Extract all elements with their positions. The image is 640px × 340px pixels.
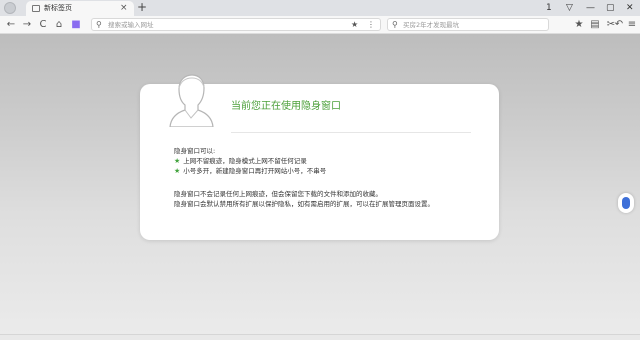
incognito-page: 当前您正在使用隐身窗口 隐身窗口可以: ★ 上网不留痕迹，隐身模式上网不留任何记录… — [0, 34, 640, 334]
address-bar[interactable]: ⚲ 搜索或输入网址 ★ ⋮ — [91, 18, 381, 31]
star-icon: ★ — [174, 167, 181, 175]
close-window-button[interactable]: ✕ — [626, 2, 634, 14]
back-button[interactable]: ← — [5, 18, 17, 31]
feature-text: 上网不留痕迹，隐身模式上网不留任何记录 — [183, 157, 307, 165]
reload-button[interactable]: C — [37, 18, 49, 31]
divider — [231, 132, 471, 133]
tab-new-tab[interactable]: 新标签页 × — [26, 1, 134, 16]
tab-strip: 新标签页 × + 1 ▽ — ▢ ✕ — [0, 0, 640, 16]
tab-title: 新标签页 — [44, 4, 72, 12]
close-tab-icon[interactable]: × — [120, 2, 128, 14]
card-title: 当前您正在使用隐身窗口 — [231, 101, 341, 112]
search-box[interactable]: ⚲ 买房2年才发现最坑 — [387, 18, 549, 31]
feature-item: ★ 小号多开，新建隐身窗口再打开网站小号，不串号 — [174, 167, 326, 176]
tab-count-badge[interactable]: 1 — [546, 2, 552, 14]
sidebar-toggle-icon[interactable] — [618, 193, 634, 213]
skin-icon[interactable]: ▽ — [566, 2, 573, 14]
page-icon — [32, 5, 40, 12]
incognito-info-card: 当前您正在使用隐身窗口 隐身窗口可以: ★ 上网不留痕迹，隐身模式上网不留任何记录… — [140, 74, 499, 240]
favorites-icon[interactable]: ★ — [573, 18, 585, 31]
status-bar — [0, 334, 640, 340]
feature-item: ★ 上网不留痕迹，隐身模式上网不留任何记录 — [174, 157, 307, 166]
address-menu-icon[interactable]: ⋮ — [367, 19, 375, 30]
search-icon: ⚲ — [392, 20, 398, 29]
maximize-button[interactable]: ▢ — [606, 2, 615, 14]
note-text: 隐身窗口会默认禁用所有扩展以保护隐私，如有需启用的扩展，可以在扩展管理页面设置。 — [174, 200, 434, 208]
menu-icon[interactable]: ≡ — [626, 18, 638, 31]
incognito-user-icon — [169, 74, 214, 127]
extension-icon[interactable]: ■ — [70, 18, 82, 31]
search-input[interactable]: 买房2年才发现最坑 — [403, 20, 459, 30]
note-text: 隐身窗口不会记录任何上网痕迹，但会保留您下载的文件和添加的收藏。 — [174, 190, 382, 198]
navigation-toolbar: ← → C ⌂ ■ ⚲ 搜索或输入网址 ★ ⋮ ⚲ 买房2年才发现最坑 ★ ▤ … — [0, 16, 640, 34]
home-button[interactable]: ⌂ — [53, 18, 65, 31]
feature-text: 小号多开，新建隐身窗口再打开网站小号，不串号 — [183, 167, 327, 175]
minimize-button[interactable]: — — [586, 2, 595, 14]
reading-list-icon[interactable]: ▤ — [589, 18, 601, 31]
new-tab-button[interactable]: + — [137, 0, 147, 15]
address-input[interactable]: 搜索或输入网址 — [108, 20, 154, 30]
bookmark-star-icon[interactable]: ★ — [351, 19, 358, 30]
section-label: 隐身窗口可以: — [174, 147, 216, 155]
search-icon: ⚲ — [96, 20, 102, 29]
star-icon: ★ — [174, 157, 181, 165]
forward-button[interactable]: → — [21, 18, 33, 31]
undo-icon[interactable]: ↶ — [613, 18, 625, 31]
browser-logo-icon[interactable] — [4, 2, 16, 14]
sidebar-toggle-indicator — [622, 197, 630, 209]
